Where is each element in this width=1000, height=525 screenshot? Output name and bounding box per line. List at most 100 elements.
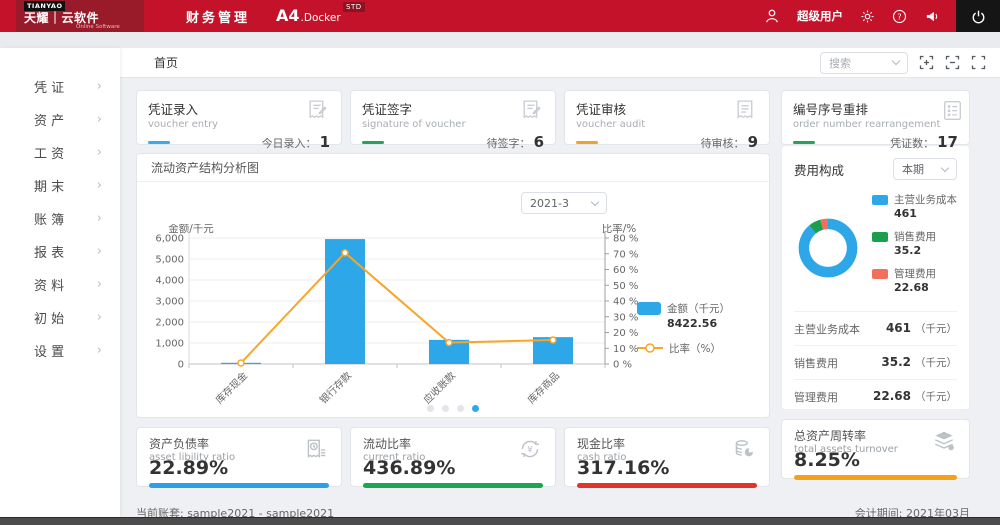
expense-donut-chart	[794, 198, 862, 298]
accent-dash	[576, 141, 598, 144]
window-bottom-strip	[0, 517, 1000, 525]
expense-panel-title: 费用构成	[794, 160, 844, 179]
svg-text:?: ?	[897, 12, 901, 21]
svg-text:1,000: 1,000	[155, 339, 184, 350]
expense-period-value: 本期	[902, 161, 924, 177]
voucher-edit-icon	[305, 98, 330, 130]
announcement-icon[interactable]	[924, 9, 940, 24]
sidebar-item-initial[interactable]: 初 始›	[0, 301, 120, 334]
expense-row: 管理费用 22.68（千元）	[794, 379, 957, 413]
chevron-right-icon: ›	[97, 211, 102, 226]
metric-title: 总资产周转率	[794, 427, 898, 444]
svg-text:40 %: 40 %	[613, 297, 638, 308]
card-order-rearrangement[interactable]: 编号序号重排 order number rearrangement 凭证数：17	[781, 90, 970, 145]
pagination-dot[interactable]	[457, 405, 464, 412]
chevron-right-icon: ›	[97, 244, 102, 259]
help-icon[interactable]: ?	[892, 9, 907, 24]
sidebar-item-voucher[interactable]: 凭 证 ›	[0, 70, 120, 103]
svg-text:30 %: 30 %	[613, 312, 638, 323]
legend-item: 管理费用 22.68	[872, 266, 957, 294]
tab-home[interactable]: 首页	[154, 54, 178, 71]
card-voucher-entry[interactable]: 凭证录入 voucher entry 今日录入：1	[136, 90, 342, 145]
pagination-dot[interactable]	[442, 405, 449, 412]
topbar-tools: 搜索	[820, 52, 1000, 74]
card-current-ratio[interactable]: 流动比率 current ratio ¥ 436.89%	[350, 427, 556, 487]
pagination-dot-active[interactable]	[472, 405, 479, 412]
power-icon	[971, 9, 986, 24]
sidebar-item-label: 设 置	[34, 341, 64, 360]
card-asset-liability-ratio[interactable]: 资产负债率 asset libility ratio 22.89%	[136, 427, 342, 487]
chevron-right-icon: ›	[97, 112, 102, 127]
sidebar: 凭 证› 资 产› 工 资› 期 末› 账 簿› 报 表› 资 料› 初 始› …	[0, 48, 120, 517]
card-title: 凭证录入	[148, 99, 218, 118]
legend-item: 销售费用 35.2	[872, 229, 957, 257]
fullscreen-button[interactable]	[971, 55, 986, 70]
metric-progress-bar	[577, 483, 757, 488]
pagination-dot[interactable]	[427, 405, 434, 412]
refresh-yuan-icon: ¥	[517, 436, 543, 465]
metric-title: 资产负债率	[149, 435, 235, 452]
card-subtitle: signature of voucher	[362, 119, 466, 130]
sidebar-item-label: 工 资	[34, 143, 64, 162]
chevron-right-icon: ›	[97, 79, 102, 94]
svg-text:5,000: 5,000	[155, 255, 184, 266]
svg-text:比率（%）: 比率（%）	[669, 342, 721, 355]
gear-icon[interactable]	[860, 9, 875, 24]
svg-text:金额（千元）: 金额（千元）	[667, 302, 730, 315]
chevron-right-icon: ›	[97, 178, 102, 193]
svg-text:60 %: 60 %	[613, 265, 638, 276]
metric-value: 436.89%	[363, 457, 543, 479]
card-stat: 今日录入：1	[262, 133, 330, 151]
chart-period-select[interactable]: 2021-3	[521, 192, 607, 214]
power-button[interactable]	[956, 0, 1000, 32]
svg-text:10 %: 10 %	[613, 344, 638, 355]
chevron-right-icon: ›	[97, 310, 102, 325]
card-voucher-audit[interactable]: 凭证审核 voucher audit 待审核：9	[564, 90, 770, 145]
chart-pagination	[137, 405, 769, 412]
zoom-in-button[interactable]	[919, 55, 934, 70]
zoom-out-button[interactable]	[945, 55, 960, 70]
metric-progress-bar	[363, 483, 543, 488]
svg-text:应收账款: 应收账款	[421, 369, 458, 406]
svg-text:20 %: 20 %	[613, 328, 638, 339]
ordered-list-icon	[940, 98, 965, 130]
sidebar-item-label: 凭 证	[34, 77, 64, 96]
sidebar-item-reports[interactable]: 报 表›	[0, 235, 120, 268]
report-clock-icon	[303, 436, 329, 465]
card-cash-ratio[interactable]: 现金比率 cash ratio 317.16%	[564, 427, 770, 487]
summary-cards-row: 凭证录入 voucher entry 今日录入：1	[136, 90, 770, 145]
product-suffix: .Docker	[301, 12, 341, 24]
header-gap-band	[0, 32, 1000, 48]
card-total-assets-turnover[interactable]: 总资产周转率 total assets turnover 8.25%	[781, 419, 970, 479]
sidebar-item-payroll[interactable]: 工 资›	[0, 136, 120, 169]
app-header: TIANYAO 天耀｜云软件 Online Software 财务管理 A4.D…	[0, 0, 1000, 32]
card-voucher-signature[interactable]: 凭证签字 signature of voucher 待签字：6	[350, 90, 556, 145]
metric-progress-bar	[149, 483, 329, 488]
svg-text:库存现金: 库存现金	[213, 369, 250, 406]
sidebar-item-ledgers[interactable]: 账 簿›	[0, 202, 120, 235]
current-assets-combo-chart: 01,0002,0003,0004,0005,0006,0000 %10 %20…	[145, 224, 759, 414]
user-icon[interactable]	[764, 8, 780, 24]
logo: TIANYAO 天耀｜云软件 Online Software	[16, 0, 144, 32]
sidebar-item-assets[interactable]: 资 产›	[0, 103, 120, 136]
accent-dash	[362, 141, 384, 144]
expense-period-select[interactable]: 本期	[893, 158, 957, 180]
sidebar-item-settings[interactable]: 设 置›	[0, 334, 120, 367]
chevron-right-icon: ›	[97, 277, 102, 292]
username[interactable]: 超级用户	[797, 8, 843, 24]
svg-text:0: 0	[178, 360, 184, 371]
metric-title: 现金比率	[577, 435, 626, 452]
chart-period-value: 2021-3	[530, 197, 569, 210]
app-title: 财务管理	[186, 7, 250, 26]
main-content: 凭证录入 voucher entry 今日录入：1	[120, 78, 1000, 517]
svg-text:50 %: 50 %	[613, 281, 638, 292]
coins-icon	[731, 436, 757, 465]
metric-value: 22.89%	[149, 457, 329, 479]
card-subtitle: voucher audit	[576, 119, 645, 130]
logo-badge: TIANYAO	[24, 1, 65, 11]
chevron-down-icon	[591, 197, 599, 205]
search-input[interactable]: 搜索	[820, 52, 908, 74]
sidebar-item-period-end[interactable]: 期 末›	[0, 169, 120, 202]
sidebar-item-data[interactable]: 资 料›	[0, 268, 120, 301]
svg-text:70 %: 70 %	[613, 249, 638, 260]
